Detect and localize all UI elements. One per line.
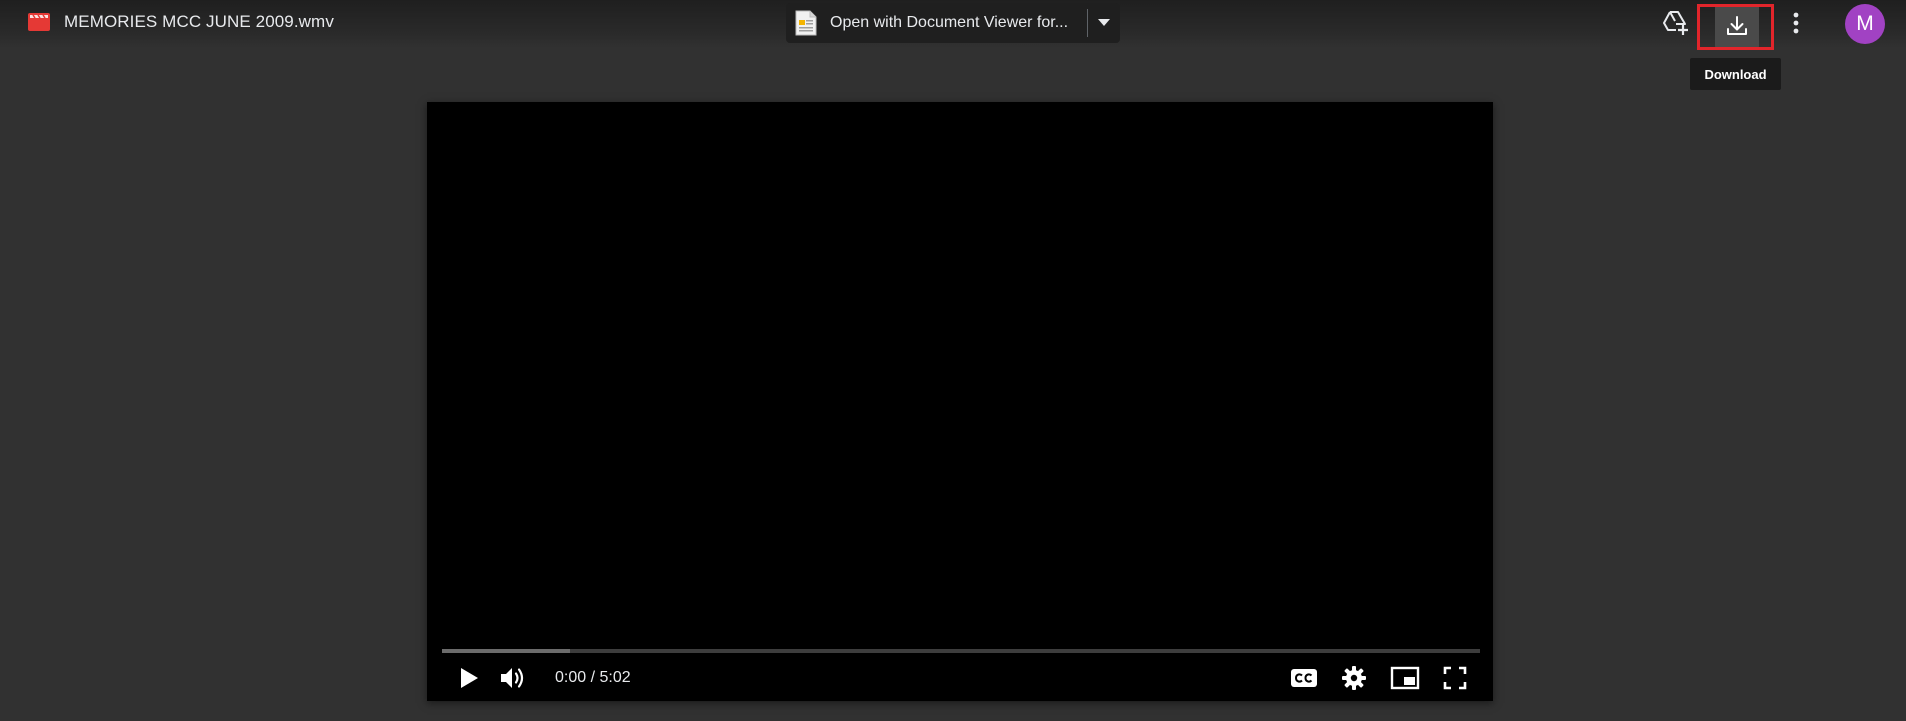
play-button[interactable] [449,658,489,698]
fullscreen-icon [1443,666,1467,690]
add-to-drive-icon [1663,11,1688,35]
more-options-button[interactable] [1776,3,1816,43]
file-title: MEMORIES MCC JUNE 2009.wmv [28,8,334,36]
open-with-button[interactable]: Open with Document Viewer for... [786,3,1087,43]
miniplayer-button[interactable] [1385,658,1425,698]
captions-button[interactable] [1284,658,1324,698]
add-to-drive-button[interactable] [1656,3,1696,43]
open-with-label: Open with Document Viewer for... [830,14,1069,31]
progress-bar[interactable] [442,649,1480,653]
file-name: MEMORIES MCC JUNE 2009.wmv [64,12,334,31]
picture-in-picture-icon [1390,666,1420,690]
progress-buffered [442,649,570,653]
download-tooltip: Download [1690,58,1781,90]
download-button[interactable] [1715,4,1759,48]
settings-button[interactable] [1334,658,1374,698]
volume-button[interactable] [493,658,533,698]
play-icon [461,668,478,688]
gear-icon [1342,666,1366,690]
closed-captions-icon [1291,669,1317,687]
fullscreen-button[interactable] [1435,658,1475,698]
caret-down-icon [1098,19,1110,26]
download-icon [1727,16,1747,35]
time-display: 0:00 / 5:02 [555,669,631,686]
open-with-control: Open with Document Viewer for... [786,3,1120,43]
account-avatar[interactable]: M [1845,4,1885,44]
video-player[interactable]: 0:00 / 5:02 [427,102,1493,701]
document-viewer-icon [795,10,817,36]
volume-icon [501,668,524,688]
video-file-icon [28,13,50,31]
more-vert-icon [1793,12,1799,34]
player-controls: 0:00 / 5:02 [427,658,1493,698]
open-with-dropdown-button[interactable] [1088,3,1120,43]
